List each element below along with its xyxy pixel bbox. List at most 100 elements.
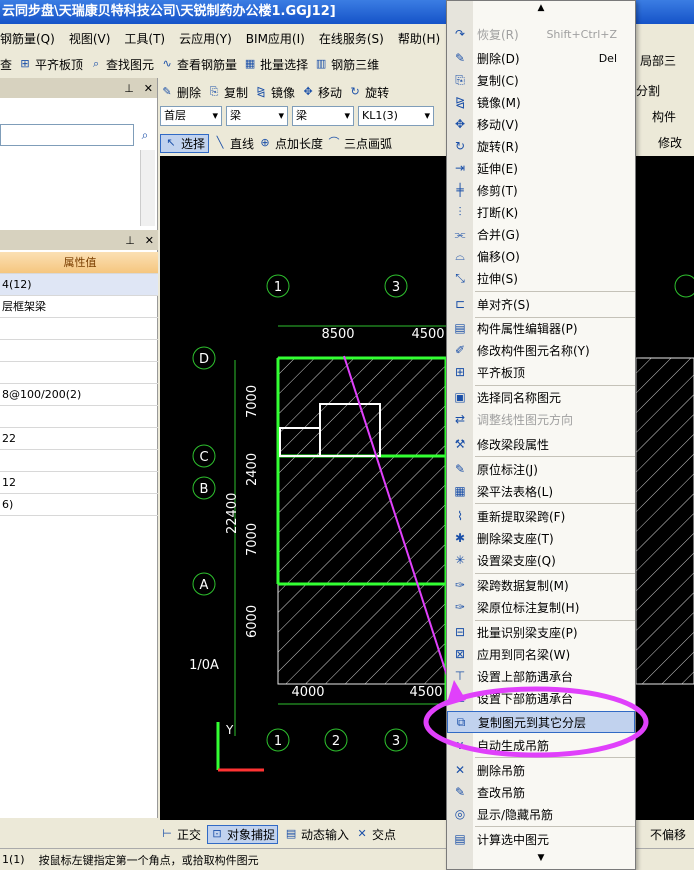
- search-input[interactable]: [0, 124, 134, 146]
- copy-icon: ⎘: [209, 85, 219, 98]
- table-row[interactable]: [0, 340, 158, 362]
- menu-item-edit-hanger[interactable]: ✎ 查改吊筋: [447, 781, 635, 803]
- scrollbar[interactable]: [140, 150, 155, 226]
- edit-delete-button[interactable]: ✎ 删除: [160, 84, 201, 101]
- toolbar-find-button[interactable]: ⌕ 查找图元: [89, 56, 154, 73]
- toolbar-rebar-3d-button[interactable]: ▥ 钢筋三维: [314, 56, 379, 73]
- construct-label[interactable]: 构件: [652, 108, 676, 125]
- menu-item-trim[interactable]: ╪ 修剪(T): [447, 179, 635, 201]
- edit-move-button[interactable]: ✥ 移动: [301, 84, 342, 101]
- move-icon: ✥: [303, 85, 313, 98]
- menu-item-slab-align[interactable]: ⊞ 平齐板顶: [447, 361, 635, 383]
- menu-item-extract-span[interactable]: ⌇ 重新提取梁跨(F): [447, 505, 635, 527]
- type-select[interactable]: 梁 ▾: [226, 106, 288, 126]
- right-toolbar-peek: 局部三 分割 构件 修改: [636, 50, 694, 156]
- table-row[interactable]: [0, 362, 158, 384]
- menu-item-mirror[interactable]: ⧎ 镜像(M): [447, 91, 635, 113]
- table-row[interactable]: 22: [0, 428, 158, 450]
- ucs-icon: Y: [216, 722, 264, 772]
- table-row[interactable]: [0, 450, 158, 472]
- table-row[interactable]: 12: [0, 472, 158, 494]
- menu-item-align[interactable]: ⊏ 单对齐(S): [447, 293, 635, 315]
- select-button[interactable]: ↖ 选择: [160, 133, 210, 153]
- floor-select[interactable]: 首层 ▾: [160, 106, 222, 126]
- menu-item-direction[interactable]: ⇄ 调整线性图元方向: [447, 408, 635, 430]
- menu-item-rotate[interactable]: ↻ 旋转(R): [447, 135, 635, 157]
- table-row[interactable]: 层框架梁: [0, 296, 158, 318]
- search-icon[interactable]: ⌕: [135, 124, 155, 146]
- dim-left: 6000: [245, 605, 260, 638]
- menu-item-stretch[interactable]: ⤡ 拉伸(S): [447, 267, 635, 289]
- local-3d-label[interactable]: 局部三: [640, 52, 676, 69]
- menu-item-break[interactable]: ⫶ 打断(K): [447, 201, 635, 223]
- menu-item-rename[interactable]: ✐ 修改构件图元名称(Y): [447, 339, 635, 361]
- menu-item-delete[interactable]: ✎ 删除(D) Del: [447, 47, 635, 69]
- menu-item-merge[interactable]: ⫘ 合并(G): [447, 223, 635, 245]
- table-row[interactable]: [0, 318, 158, 340]
- hatched-region[interactable]: [635, 357, 694, 685]
- close-icon[interactable]: ✕: [145, 234, 154, 247]
- menu-tools[interactable]: 工具(T): [124, 28, 165, 50]
- edit-rotate-button[interactable]: ↻ 旋转: [348, 84, 389, 101]
- menu-item-batch-identify[interactable]: ⊟ 批量识别梁支座(P): [447, 621, 635, 643]
- subtype-select[interactable]: 梁 ▾: [292, 106, 354, 126]
- hatched-region[interactable]: [277, 583, 447, 685]
- menu-rebar[interactable]: 钢筋量(Q): [0, 28, 55, 50]
- point-length-button[interactable]: ⊕ 点加长度: [258, 135, 323, 152]
- menu-item-move[interactable]: ✥ 移动(V): [447, 113, 635, 135]
- menu-item-property-editor[interactable]: ▤ 构件属性编辑器(P): [447, 317, 635, 339]
- table-row[interactable]: 6): [0, 494, 158, 516]
- menu-item-set-support[interactable]: ✳ 设置梁支座(Q): [447, 549, 635, 571]
- menu-online[interactable]: 在线服务(S): [319, 28, 384, 50]
- menu-item-beam-segment[interactable]: ⚒ 修改梁段属性: [447, 433, 635, 455]
- menu-item-offset[interactable]: ⌓ 偏移(O): [447, 245, 635, 267]
- pin-icon[interactable]: ⊥: [125, 234, 135, 247]
- menu-separator: [475, 503, 635, 504]
- toolbar-rebar-qty-button[interactable]: ∿ 查看钢筋量: [160, 56, 237, 73]
- dim-bottom: 4000: [291, 685, 324, 700]
- toolbar-check[interactable]: 查: [0, 56, 12, 73]
- scroll-up-icon[interactable]: ▲: [447, 3, 635, 19]
- menu-item-delete-hanger[interactable]: ✕ 删除吊筋: [447, 759, 635, 781]
- line-button[interactable]: ╲ 直线: [213, 135, 254, 152]
- menu-item-calculate[interactable]: ▤ 计算选中图元: [447, 828, 635, 850]
- menu-item-annotation[interactable]: ✎ 原位标注(J): [447, 458, 635, 480]
- component-select[interactable]: KL1(3) ▾: [358, 106, 434, 126]
- split-label[interactable]: 分割: [636, 82, 660, 99]
- arc-button[interactable]: ⌒ 三点画弧: [327, 135, 393, 152]
- break-icon: ⫶: [458, 204, 462, 219]
- toolbar-slab-align-button[interactable]: ⊞ 平齐板顶: [18, 56, 83, 73]
- menu-bim[interactable]: BIM应用(I): [246, 28, 305, 50]
- edit-mirror-button[interactable]: ⧎ 镜像: [254, 84, 295, 101]
- slab-align-icon: ⊞: [20, 57, 30, 70]
- close-icon[interactable]: ✕: [144, 82, 153, 95]
- pin-icon[interactable]: ⊥: [124, 82, 134, 95]
- no-offset-select[interactable]: 不偏移: [650, 826, 686, 843]
- menu-cloud[interactable]: 云应用(Y): [179, 28, 232, 50]
- object-snap-toggle[interactable]: ⊡ 对象捕捉: [207, 824, 279, 844]
- scroll-down-icon[interactable]: ▼: [447, 853, 635, 869]
- menu-item-redo[interactable]: ↷ 恢复(R) Shift+Ctrl+Z: [447, 23, 635, 45]
- table-row[interactable]: 4(12): [0, 274, 158, 296]
- table-row[interactable]: [0, 406, 158, 428]
- menu-item-extend[interactable]: ⇥ 延伸(E): [447, 157, 635, 179]
- table-row[interactable]: 8@100/200(2): [0, 384, 158, 406]
- menu-item-delete-support[interactable]: ✱ 删除梁支座(T): [447, 527, 635, 549]
- menu-item-select-same[interactable]: ▣ 选择同名称图元: [447, 386, 635, 408]
- menu-item-annotation-copy[interactable]: ✑ 梁原位标注复制(H): [447, 596, 635, 618]
- menu-item-span-copy[interactable]: ✑ 梁跨数据复制(M): [447, 574, 635, 596]
- menu-item-table[interactable]: ▦ 梁平法表格(L): [447, 480, 635, 502]
- panel-header-top: ⊥ ✕: [0, 78, 157, 98]
- menu-item-toggle-hanger[interactable]: ◎ 显示/隐藏吊筋: [447, 803, 635, 825]
- menu-item-copy[interactable]: ⎘ 复制(C): [447, 69, 635, 91]
- menu-view[interactable]: 视图(V): [69, 28, 111, 50]
- toolbar-batch-select-button[interactable]: ▦ 批量选择: [243, 56, 308, 73]
- dynamic-input-toggle[interactable]: ▤ 动态输入: [284, 826, 349, 843]
- menu-item-apply-same[interactable]: ⊠ 应用到同名梁(W): [447, 643, 635, 665]
- edit-copy-button[interactable]: ⎘ 复制: [207, 84, 248, 101]
- intersection-toggle[interactable]: ✕ 交点: [355, 826, 396, 843]
- hatched-region[interactable]: [277, 357, 447, 585]
- menu-help[interactable]: 帮助(H): [398, 28, 440, 50]
- modify-label[interactable]: 修改: [658, 134, 682, 151]
- ortho-toggle[interactable]: ⊢ 正交: [160, 826, 201, 843]
